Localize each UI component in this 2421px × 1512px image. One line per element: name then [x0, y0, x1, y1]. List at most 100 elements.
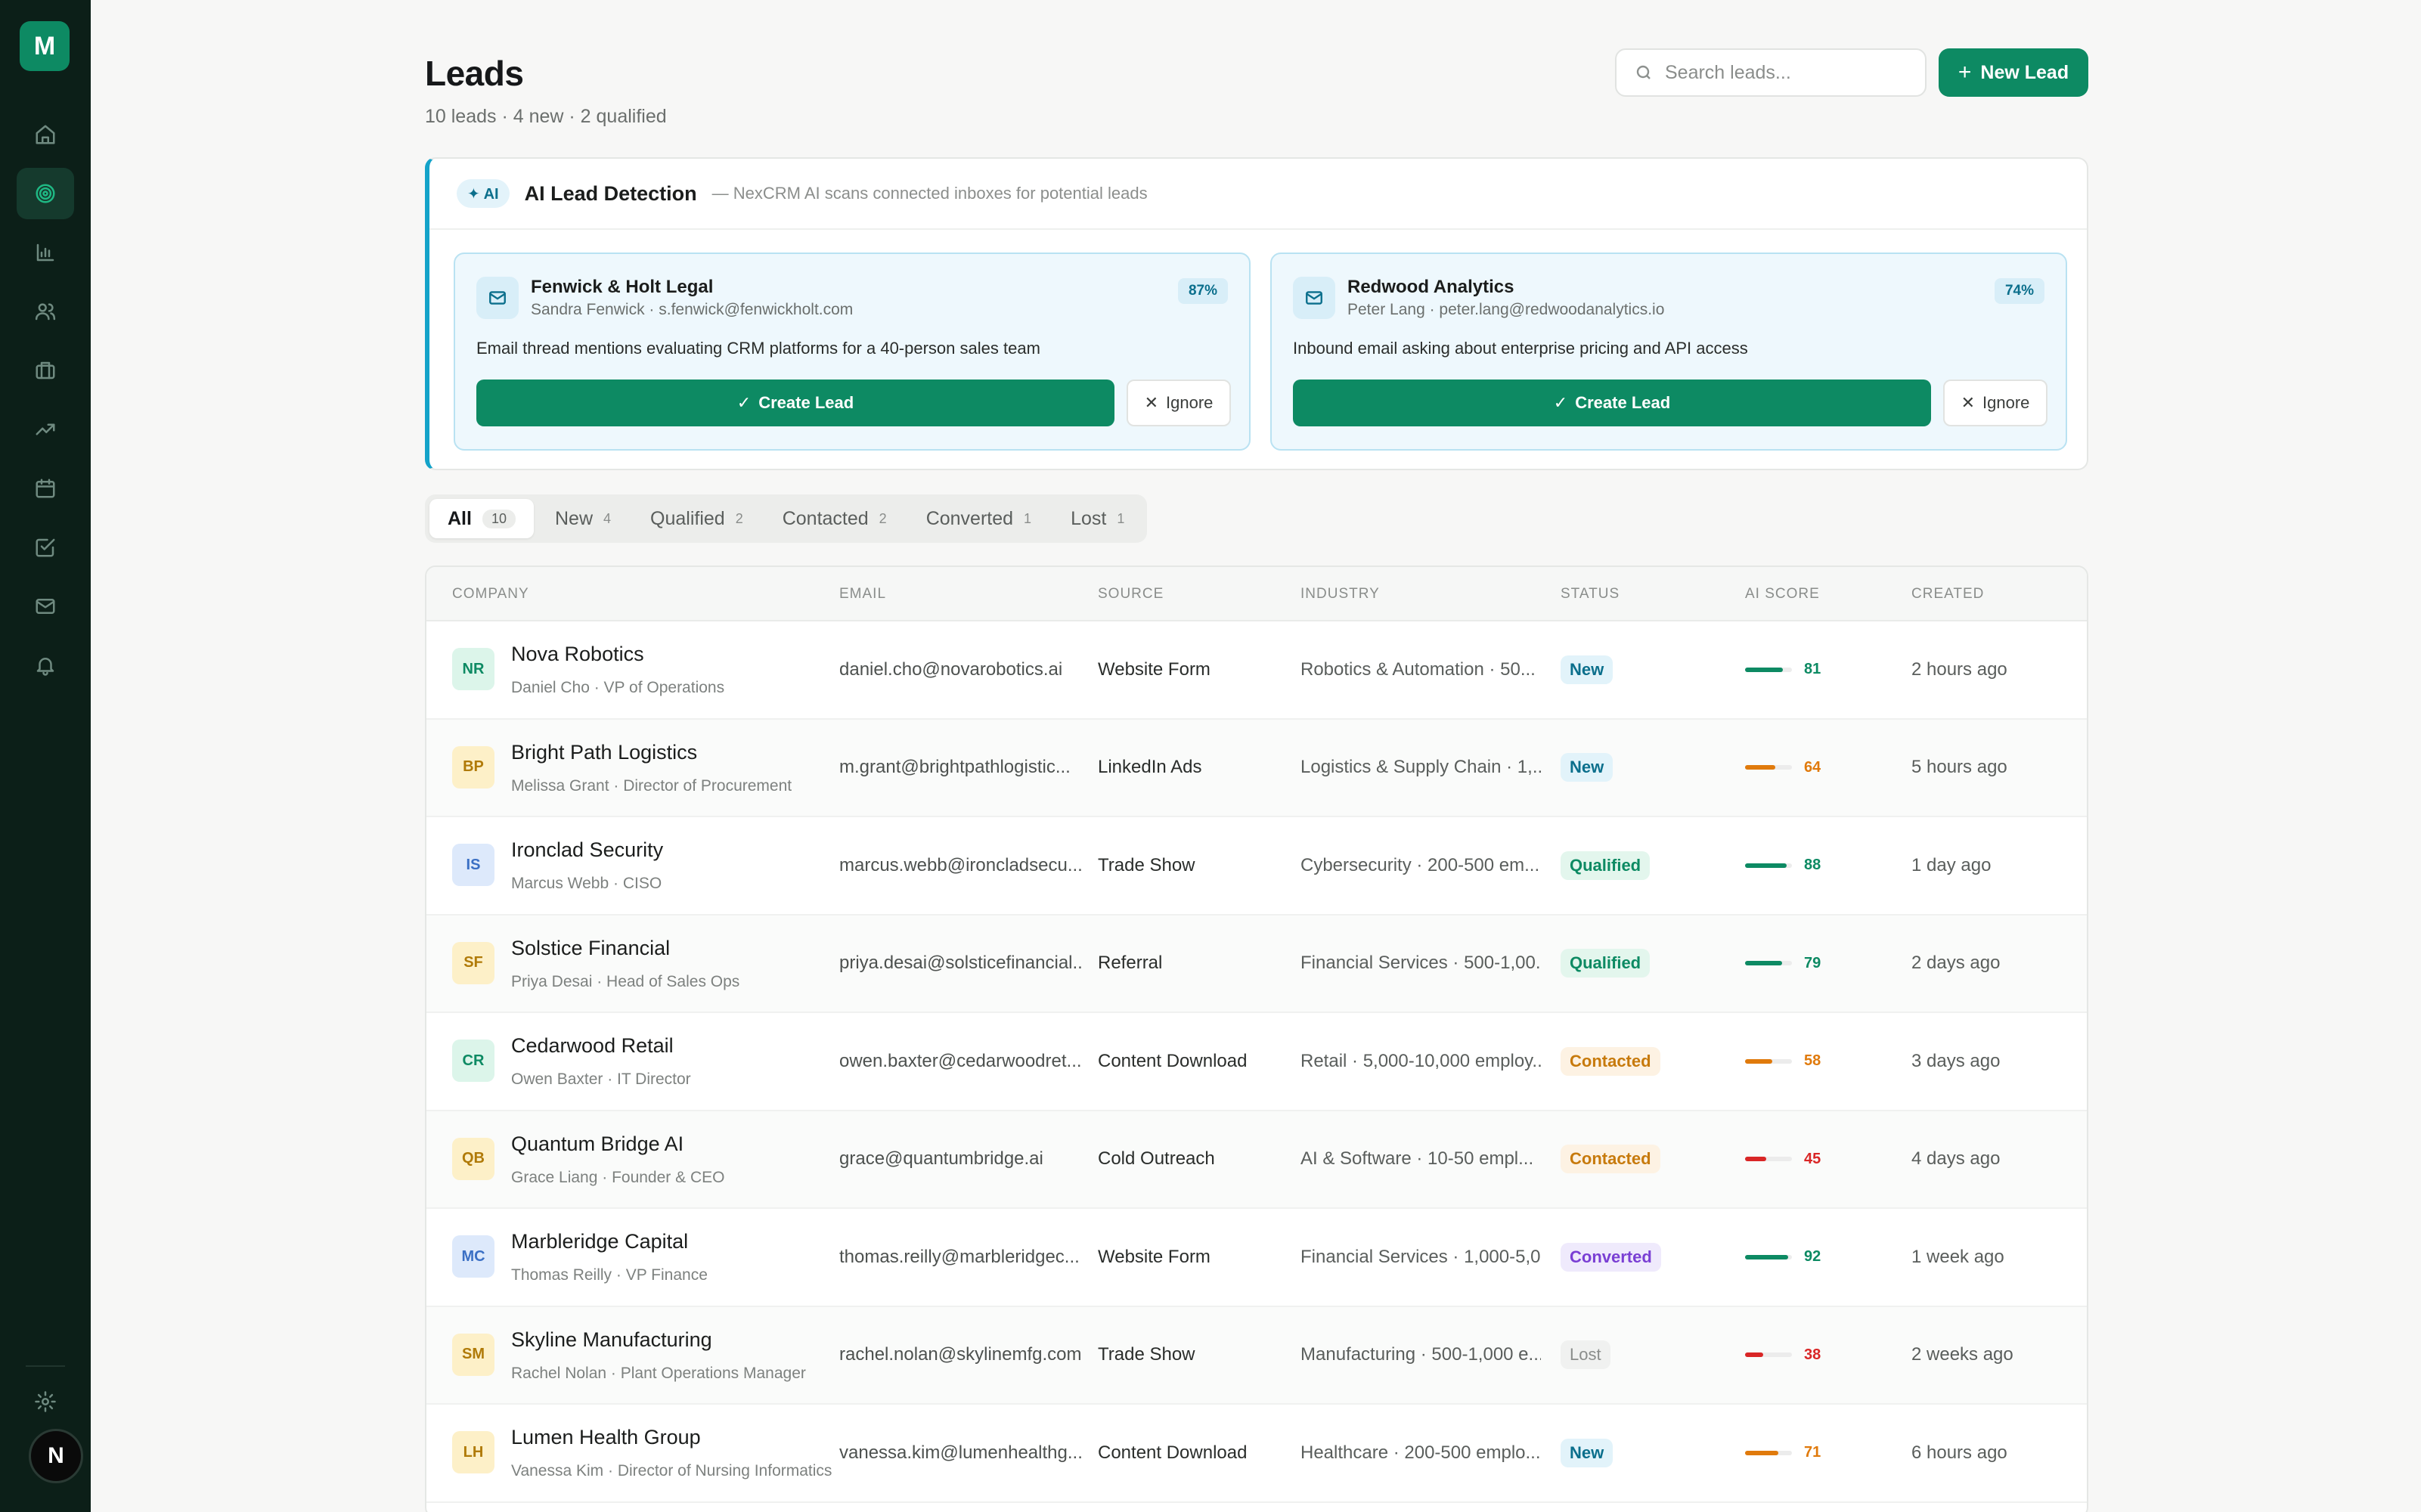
table-row[interactable]: QB Quantum Bridge AI Grace Liang · Founder…: [426, 1111, 2087, 1209]
status-cell: Qualified: [1561, 916, 1651, 1012]
calendar-icon[interactable]: [17, 463, 74, 514]
bar-chart-icon[interactable]: [17, 227, 74, 278]
bell-icon[interactable]: [17, 640, 74, 691]
score-fill: [1745, 863, 1787, 868]
tab-qualified[interactable]: Qualified 2: [632, 499, 761, 538]
ai-score-cell: 58: [1745, 1013, 1821, 1110]
company-name[interactable]: Solstice Financial: [511, 937, 670, 960]
column-header-company[interactable]: COMPANY: [452, 567, 529, 621]
table-row[interactable]: SF Solstice Financial Priya Desai · Head o…: [426, 915, 2087, 1013]
status-badge: New: [1561, 1438, 1613, 1467]
ignore-label: Ignore: [1166, 393, 1214, 412]
ignore-button[interactable]: ✕ Ignore: [1943, 380, 2047, 426]
tab-all[interactable]: All 10: [429, 499, 534, 538]
tab-contacted[interactable]: Contacted 2: [764, 499, 905, 538]
industry-cell: Retail · 5,000-10,000 employ...: [1300, 1050, 1541, 1071]
company-name[interactable]: Nova Robotics: [511, 643, 644, 666]
ai-score-cell: 38: [1745, 1307, 1821, 1404]
email-cell[interactable]: grace@quantumbridge.ai: [839, 1111, 1043, 1208]
table-row[interactable]: LH Lumen Health Group Vanessa Kim · Direct…: [426, 1405, 2087, 1503]
score-value: 38: [1804, 1346, 1821, 1363]
created-cell: 2 days ago: [1911, 953, 2001, 974]
tab-label: New: [554, 507, 593, 529]
score-bar: [1745, 1058, 1792, 1064]
tab-count: 10: [482, 509, 516, 528]
company-name[interactable]: Cedarwood Retail: [511, 1034, 674, 1058]
create-lead-button[interactable]: ✓ Create Lead: [476, 380, 1114, 426]
company-name[interactable]: Marbleridge Capital: [511, 1230, 688, 1253]
app-logo[interactable]: M: [20, 21, 70, 71]
email-cell[interactable]: vanessa.kim@lumenhealthg...: [839, 1405, 1081, 1501]
ai-score-cell: 81: [1745, 621, 1821, 718]
email-cell[interactable]: rachel.nolan@skylinemfg.com: [839, 1307, 1081, 1404]
column-header-ai-score[interactable]: AI SCORE: [1745, 567, 1820, 621]
plus-icon: +: [1958, 60, 1972, 85]
email-cell[interactable]: thomas.reilly@marbleridgec...: [839, 1209, 1080, 1306]
create-lead-button[interactable]: ✓ Create Lead: [1293, 380, 1931, 426]
mail-icon[interactable]: [17, 581, 74, 632]
contact-person: Grace Liang · Founder & CEO: [511, 1168, 725, 1186]
tab-converted[interactable]: Converted 1: [908, 499, 1049, 538]
status-badge: Qualified: [1561, 850, 1651, 880]
table-row[interactable]: CR Cedarwood Retail Owen Baxter · IT Direc…: [426, 1013, 2087, 1111]
contact-person: Thomas Reilly · VP Finance: [511, 1266, 708, 1284]
page-title: Leads: [425, 54, 524, 93]
status-cell: New: [1561, 1405, 1613, 1501]
email-cell[interactable]: m.grant@brightpathlogistic...: [839, 720, 1071, 816]
status-filter-tabs: All 10 New 4 Qualified 2 Contacted 2 Convert…: [425, 494, 1148, 543]
company-name[interactable]: Skyline Manufacturing: [511, 1328, 712, 1352]
check-square-icon[interactable]: [17, 522, 74, 573]
briefcase-icon[interactable]: [17, 345, 74, 396]
created-cell: 1 day ago: [1911, 854, 1992, 875]
company-name[interactable]: Ironclad Security: [511, 838, 663, 862]
score-bar: [1745, 1254, 1792, 1259]
score-value: 81: [1804, 661, 1821, 678]
email-cell[interactable]: priya.desai@solsticefinancial...: [839, 916, 1081, 1012]
tab-lost[interactable]: Lost 1: [1052, 499, 1142, 538]
source-cell: Website Form: [1098, 658, 1210, 680]
tab-label: Contacted: [782, 507, 869, 529]
new-lead-label: New Lead: [1980, 61, 2069, 83]
score-fill: [1745, 1254, 1789, 1259]
suggestion-reason: Email thread mentions evaluating CRM pla…: [476, 339, 1040, 358]
status-badge: Converted: [1561, 1242, 1661, 1272]
email-cell[interactable]: owen.baxter@cedarwoodret...: [839, 1013, 1081, 1110]
company-name[interactable]: Quantum Bridge AI: [511, 1132, 684, 1156]
search-input[interactable]: [1665, 61, 1907, 84]
column-header-source[interactable]: SOURCE: [1098, 567, 1164, 621]
source-cell: Website Form: [1098, 1246, 1210, 1267]
tab-label: Converted: [925, 507, 1014, 529]
settings-icon[interactable]: [17, 1376, 74, 1427]
table-row[interactable]: SM Skyline Manufacturing Rachel Nolan · Pl…: [426, 1306, 2087, 1405]
column-header-email[interactable]: EMAIL: [839, 567, 886, 621]
created-cell: 6 hours ago: [1911, 1442, 2007, 1463]
ignore-button[interactable]: ✕ Ignore: [1127, 380, 1231, 426]
tab-new[interactable]: New 4: [537, 499, 629, 538]
suggestion-company: Fenwick & Holt Legal: [531, 277, 714, 297]
email-cell[interactable]: daniel.cho@novarobotics.ai: [839, 621, 1062, 718]
industry-cell: Logistics & Supply Chain · 1,...: [1300, 757, 1541, 778]
column-header-created[interactable]: CREATED: [1911, 567, 1984, 621]
company-name[interactable]: Lumen Health Group: [511, 1426, 701, 1449]
user-avatar[interactable]: N: [29, 1429, 83, 1483]
source-cell: Content Download: [1098, 1050, 1248, 1071]
users-icon[interactable]: [17, 286, 74, 337]
table-row[interactable]: NR Nova Robotics Daniel Cho · VP of Operat…: [426, 621, 2087, 720]
new-lead-button[interactable]: + New Lead: [1939, 48, 2088, 97]
table-row[interactable]: MC Marbleridge Capital Thomas Reilly · VP …: [426, 1209, 2087, 1307]
home-icon[interactable]: [17, 109, 74, 160]
column-header-status[interactable]: STATUS: [1561, 567, 1620, 621]
contact-person: Daniel Cho · VP of Operations: [511, 679, 725, 696]
table-row[interactable]: BP Bright Path Logistics Melissa Grant · D…: [426, 719, 2087, 817]
target-icon[interactable]: [17, 168, 74, 219]
table-row[interactable]: IS Ironclad Security Marcus Webb · CISO mar…: [426, 817, 2087, 916]
ai-score-cell: 92: [1745, 1209, 1821, 1306]
trending-icon[interactable]: [17, 404, 74, 455]
status-badge: Contacted: [1561, 1145, 1660, 1174]
column-header-industry[interactable]: INDUSTRY: [1300, 567, 1380, 621]
search-box[interactable]: [1615, 48, 1927, 97]
email-cell[interactable]: marcus.webb@ironcladsecu...: [839, 817, 1081, 914]
company-name[interactable]: Bright Path Logistics: [511, 741, 697, 764]
score-bar: [1745, 1352, 1792, 1358]
status-cell: Qualified: [1561, 817, 1651, 914]
